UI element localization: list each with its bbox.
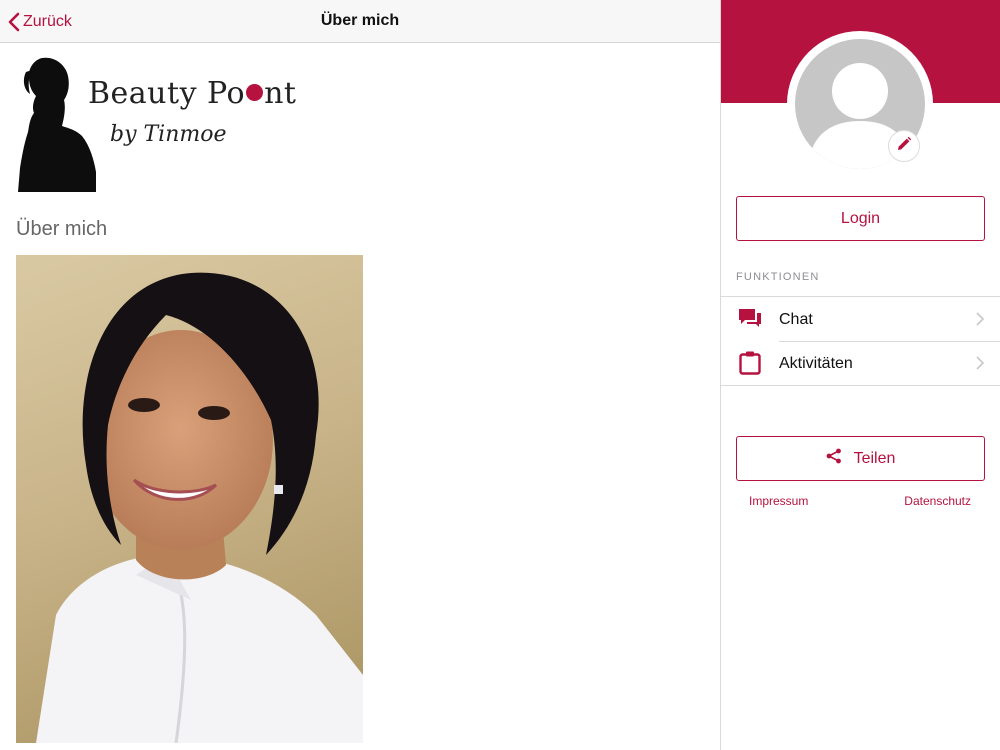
silhouette-icon bbox=[18, 57, 96, 192]
menu-item-label: Chat bbox=[779, 311, 813, 328]
menu-item-chat[interactable]: Chat bbox=[721, 297, 1000, 341]
main-pane: Zurück Über mich Beauty Po nt by Tinmoe Ü… bbox=[0, 0, 720, 750]
impressum-link[interactable]: Impressum bbox=[749, 494, 808, 508]
profile-photo bbox=[16, 255, 363, 743]
chevron-right-icon bbox=[976, 356, 985, 375]
sidebar: Login FUNKTIONEN Chat Aktivitäten Teilen bbox=[721, 0, 1000, 750]
logo-dot bbox=[246, 84, 264, 101]
share-icon bbox=[826, 448, 842, 469]
pencil-icon bbox=[896, 136, 912, 157]
navigation-bar: Zurück Über mich bbox=[0, 0, 720, 43]
chevron-right-icon bbox=[976, 312, 985, 331]
share-button[interactable]: Teilen bbox=[736, 436, 985, 481]
section-heading: Über mich bbox=[16, 218, 108, 240]
edit-avatar-button[interactable] bbox=[888, 130, 920, 162]
logo-brand-pre: Beauty Po bbox=[88, 76, 246, 111]
datenschutz-link[interactable]: Datenschutz bbox=[904, 494, 971, 508]
chat-bubbles-icon bbox=[738, 307, 762, 331]
menu-item-aktivitaeten[interactable]: Aktivitäten bbox=[721, 341, 1000, 385]
section-label-funktionen: FUNKTIONEN bbox=[736, 271, 820, 283]
page-title: Über mich bbox=[320, 12, 400, 29]
logo-brand-post: nt bbox=[264, 76, 297, 111]
logo-subtitle: by Tinmoe bbox=[110, 122, 227, 147]
brand-logo: Beauty Po nt by Tinmoe bbox=[16, 56, 296, 194]
menu-item-label: Aktivitäten bbox=[779, 355, 853, 372]
clipboard-icon bbox=[738, 351, 762, 375]
logo-brand-text: Beauty Po nt bbox=[88, 76, 296, 111]
login-button[interactable]: Login bbox=[736, 196, 985, 241]
functions-menu: Chat Aktivitäten bbox=[721, 296, 1000, 386]
share-button-label: Teilen bbox=[853, 449, 896, 467]
